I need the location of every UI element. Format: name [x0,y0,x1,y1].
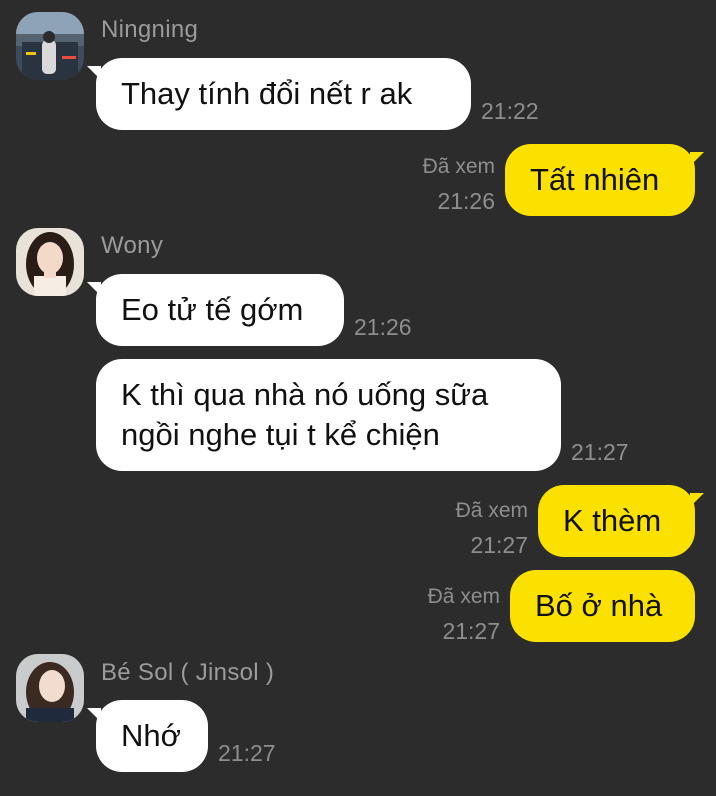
bubble-tail [87,282,101,296]
message-text-line: ngồi nghe tụi t kể chiện [121,417,440,452]
bubble-tail [87,708,101,722]
message-text: Bố ở nhà [535,588,663,623]
message-bubble-outgoing[interactable]: Tất nhiên [505,144,704,216]
message-meta: Đã xem 21:27 [413,494,528,562]
read-receipt: Đã xem [422,155,495,178]
bubble-tail [690,493,704,507]
message-time: 21:27 [442,618,500,644]
sender-name: Ningning [101,16,199,43]
message-time: 21:27 [571,439,629,465]
message-bubble-outgoing[interactable]: Bố ở nhà [510,570,695,642]
read-receipt: Đã xem [455,499,528,522]
message-text: Thay tính đổi nết r ak [121,76,413,111]
message-meta: Đã xem 21:26 [380,150,495,218]
message-bubble-incoming[interactable]: Nhớ [87,700,208,772]
message-text: Eo tử tế gớm [121,292,304,327]
message-time: 21:26 [354,314,412,340]
message-text: K thèm [563,503,662,538]
message-bubble-outgoing[interactable]: K thèm [538,485,704,557]
message-time: 21:27 [218,740,276,766]
message-bubble-incoming[interactable]: Eo tử tế gớm [87,274,344,346]
message-text-line: K thì qua nhà nó uống sữa [121,377,489,412]
message-time: 21:22 [481,98,539,124]
message-bubble-incoming[interactable]: Thay tính đổi nết r ak [87,58,471,130]
message-time: 21:27 [470,532,528,558]
avatar-ningning[interactable] [16,12,84,80]
bubble-tail [690,152,704,166]
message-time: 21:26 [437,188,495,214]
sender-name: Wony [101,232,164,259]
message-text: Tất nhiên [530,162,660,197]
bubble-tail [87,66,101,80]
message-text: Nhớ [121,718,181,753]
read-receipt: Đã xem [427,585,500,608]
sender-name: Bé Sol ( Jinsol ) [101,659,275,686]
message-bubble-incoming[interactable]: K thì qua nhà nó uống sữa ngồi nghe tụi … [96,359,561,471]
avatar-wony[interactable] [16,228,84,296]
avatar-jinsol[interactable] [16,654,84,722]
message-meta: Đã xem 21:27 [385,580,500,648]
